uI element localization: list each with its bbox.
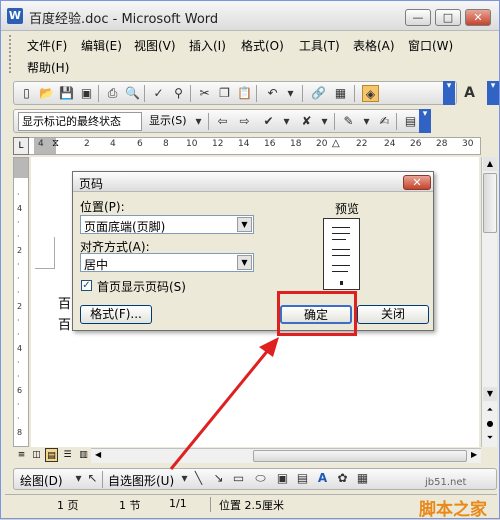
- watermark: jb51.net 脚本之家: [413, 477, 500, 520]
- watermark-name: 脚本之家: [419, 500, 487, 520]
- annotation-arrow: [169, 337, 279, 470]
- watermark-site: jb51.net: [425, 477, 467, 488]
- word-window: W 百度经验.doc - Microsoft Word — □ ✕ 文件(F) …: [0, 0, 500, 520]
